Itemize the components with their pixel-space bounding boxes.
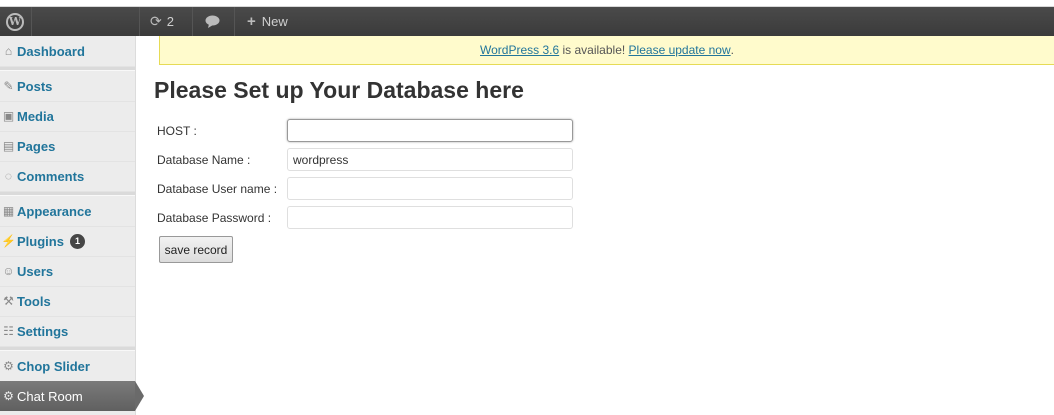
media-icon: ▣ [2, 109, 15, 123]
notice-text: is available! [559, 43, 629, 57]
sidebar-item-label: Comments [17, 168, 85, 184]
sidebar-item-label: Dashboard [17, 43, 85, 59]
admin-sidebar-menu: ⌂ Dashboard ✎ Posts ▣ Media ▤ Pages ◌ Co… [0, 36, 136, 415]
sidebar-item-label: Plugins [17, 233, 64, 249]
wordpress-logo-button[interactable]: W [0, 7, 30, 36]
notice-end: . [730, 43, 734, 57]
sidebar-item-users[interactable]: ☺ Users [0, 256, 135, 287]
host-input[interactable] [287, 119, 573, 142]
admin-bar-divider [192, 7, 193, 36]
new-content-button[interactable]: + New [247, 7, 288, 36]
database-name-label: Database Name : [157, 153, 251, 167]
database-user-input[interactable] [287, 177, 573, 200]
database-password-input[interactable] [287, 206, 573, 229]
sidebar-item-comments[interactable]: ◌ Comments [0, 161, 135, 192]
database-user-label: Database User name : [157, 182, 278, 196]
sidebar-item-label: Tools [17, 293, 51, 309]
page-title: Please Set up Your Database here [154, 77, 524, 103]
admin-bar-divider [234, 7, 235, 36]
sidebar-item-tools[interactable]: ⚒ Tools [0, 286, 135, 317]
sidebar-item-label: Settings [17, 323, 69, 339]
sidebar-item-pages[interactable]: ▤ Pages [0, 131, 135, 162]
sidebar-item-plugins[interactable]: ⚡ Plugins 1 [0, 226, 135, 257]
settings-icon: ☷ [3, 324, 14, 338]
refresh-icon: ⟳ [150, 13, 162, 29]
sidebar-item-chat-room[interactable]: ⚙ Chat Room [0, 381, 135, 411]
sidebar-item-media[interactable]: ▣ Media [0, 101, 135, 132]
update-notice: WordPress 3.6 is available! Please updat… [159, 36, 1054, 65]
sidebar-item-chop-slider[interactable]: ⚙ Chop Slider [0, 351, 135, 382]
plugins-update-badge: 1 [69, 233, 85, 249]
sidebar-item-label: Media [17, 108, 54, 124]
users-icon: ☺ [2, 264, 15, 278]
active-menu-arrow [135, 381, 144, 411]
new-label: New [261, 14, 288, 29]
plus-icon: + [247, 13, 256, 30]
sidebar-item-label: Chat Room [17, 388, 83, 404]
admin-bar-divider [31, 7, 32, 36]
pages-icon: ▤ [2, 139, 15, 153]
admin-bar: W ⟳ 2 + New [0, 7, 1054, 36]
updates-button[interactable]: ⟳ 2 [150, 7, 174, 36]
pin-icon: ✎ [3, 79, 14, 93]
gear-icon: ⚙ [3, 389, 14, 403]
database-name-input[interactable] [287, 148, 573, 171]
sidebar-item-label: Users [17, 263, 54, 279]
sidebar-item-posts[interactable]: ✎ Posts [0, 71, 135, 102]
sidebar-item-appearance[interactable]: ▦ Appearance [0, 196, 135, 227]
sidebar-item-label: Appearance [17, 203, 92, 219]
appearance-icon: ▦ [2, 204, 15, 218]
sidebar-item-settings[interactable]: ☷ Settings [0, 316, 135, 347]
sidebar-item-label: Chop Slider [17, 358, 90, 374]
gear-icon: ⚙ [3, 359, 14, 373]
sidebar-item-label: Posts [17, 78, 53, 94]
plugin-icon: ⚡ [1, 234, 16, 248]
database-password-label: Database Password : [157, 211, 272, 225]
updates-count: 2 [166, 14, 174, 29]
comments-button[interactable] [205, 7, 220, 36]
wordpress-version-link[interactable]: WordPress 3.6 [480, 43, 559, 57]
wordpress-logo-icon: W [6, 12, 24, 31]
tools-icon: ⚒ [3, 294, 14, 308]
host-label: HOST : [157, 124, 197, 138]
sidebar-item-dashboard[interactable]: ⌂ Dashboard [0, 36, 135, 67]
browser-top-strip [0, 0, 1054, 7]
comment-bubble-icon [205, 15, 220, 28]
admin-bar-divider [139, 7, 140, 36]
save-record-button[interactable]: save record [159, 236, 233, 263]
dashboard-icon: ⌂ [4, 44, 13, 58]
sidebar-item-label: Pages [17, 138, 56, 154]
comment-icon: ◌ [4, 169, 13, 183]
update-now-link[interactable]: Please update now [629, 43, 731, 57]
